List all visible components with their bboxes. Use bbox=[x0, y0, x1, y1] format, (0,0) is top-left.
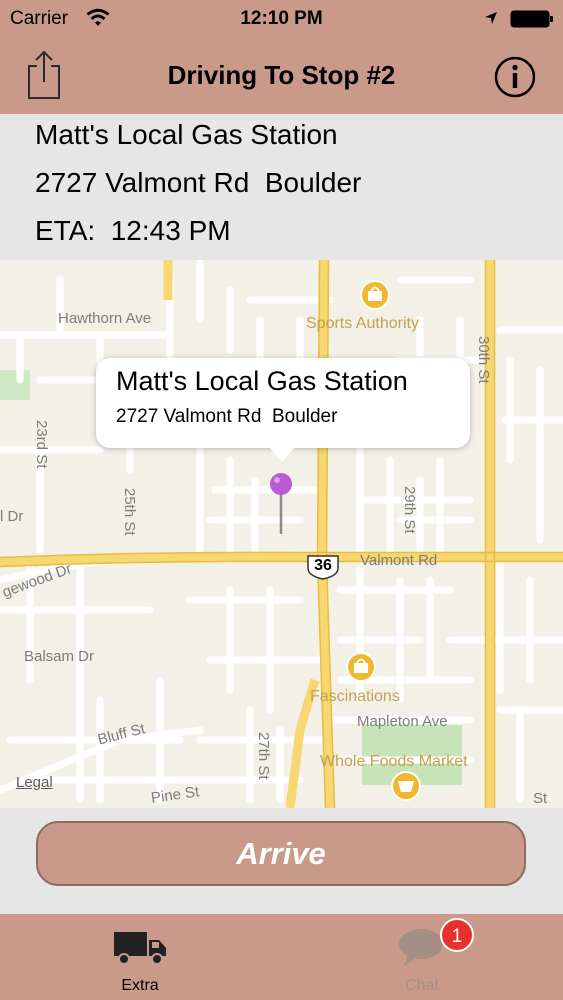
map-legal-link[interactable]: Legal bbox=[16, 774, 53, 791]
map-callout[interactable]: Matt's Local Gas Station 2727 Valmont Rd… bbox=[96, 358, 470, 448]
page-title: Driving To Stop #2 bbox=[167, 60, 396, 90]
stop-address: 2727 Valmont Rd Boulder bbox=[35, 167, 362, 198]
status-time: 12:10 PM bbox=[240, 8, 323, 29]
whole-foods-poi-icon[interactable] bbox=[391, 771, 421, 801]
battery-icon bbox=[510, 10, 553, 28]
map-view[interactable]: Hawthorn Ave 30th St 23rd St 25th St 29t… bbox=[0, 260, 563, 808]
sports-authority-poi-icon[interactable] bbox=[360, 280, 390, 310]
chat-bubble-icon bbox=[399, 929, 443, 966]
status-bar: Carrier 12:10 PM bbox=[0, 0, 563, 40]
fascinations-poi-icon[interactable] bbox=[346, 652, 376, 682]
street-label-hawthorn: Hawthorn Ave bbox=[58, 310, 152, 327]
street-label-30th: 30th St bbox=[475, 336, 492, 384]
tab-bar: Extra 1 Chat bbox=[0, 914, 563, 1000]
street-label-dr: l Dr bbox=[0, 508, 24, 525]
truck-icon bbox=[114, 932, 166, 965]
street-label-23rd: 23rd St bbox=[33, 420, 50, 469]
street-label-valmont: Valmont Rd bbox=[360, 552, 438, 569]
stop-name: Matt's Local Gas Station bbox=[35, 119, 338, 150]
poi-label-fascinations[interactable]: Fascinations bbox=[310, 688, 400, 706]
callout-title: Matt's Local Gas Station bbox=[116, 366, 408, 396]
tab-extra[interactable]: Extra bbox=[40, 914, 240, 1000]
street-label-balsam: Balsam Dr bbox=[24, 648, 95, 665]
chat-unread-badge: 1 bbox=[440, 918, 474, 952]
poi-label-whole-foods[interactable]: Whole Foods Market bbox=[320, 753, 468, 771]
poi-label-sports-authority[interactable]: Sports Authority bbox=[306, 315, 419, 333]
street-label-bottom-right: St bbox=[533, 790, 548, 807]
navigation-bar: Driving To Stop #2 bbox=[0, 40, 563, 114]
street-label-29th: 29th St bbox=[401, 486, 418, 534]
tab-chat-label: Chat bbox=[405, 977, 439, 994]
callout-pointer bbox=[268, 446, 296, 462]
arrive-button[interactable]: Arrive bbox=[36, 821, 526, 886]
action-panel: Arrive bbox=[0, 808, 563, 914]
street-label-27th: 27th St bbox=[255, 732, 272, 780]
stop-eta: ETA: 12:43 PM bbox=[35, 215, 231, 246]
tab-chat[interactable]: 1 Chat bbox=[322, 914, 522, 1000]
highway-shield-number: 36 bbox=[314, 557, 332, 574]
info-icon[interactable] bbox=[494, 56, 536, 98]
location-arrow-icon bbox=[485, 12, 497, 24]
street-label-mapleton: Mapleton Ave bbox=[357, 713, 448, 730]
highway-shield: 36 bbox=[306, 554, 340, 580]
tab-extra-label: Extra bbox=[121, 977, 159, 994]
street-label-25th: 25th St bbox=[121, 488, 138, 536]
map-pin-head bbox=[270, 473, 292, 495]
stop-details: Matt's Local Gas Station 2727 Valmont Rd… bbox=[0, 114, 563, 260]
callout-subtitle: 2727 Valmont Rd Boulder bbox=[116, 406, 338, 427]
